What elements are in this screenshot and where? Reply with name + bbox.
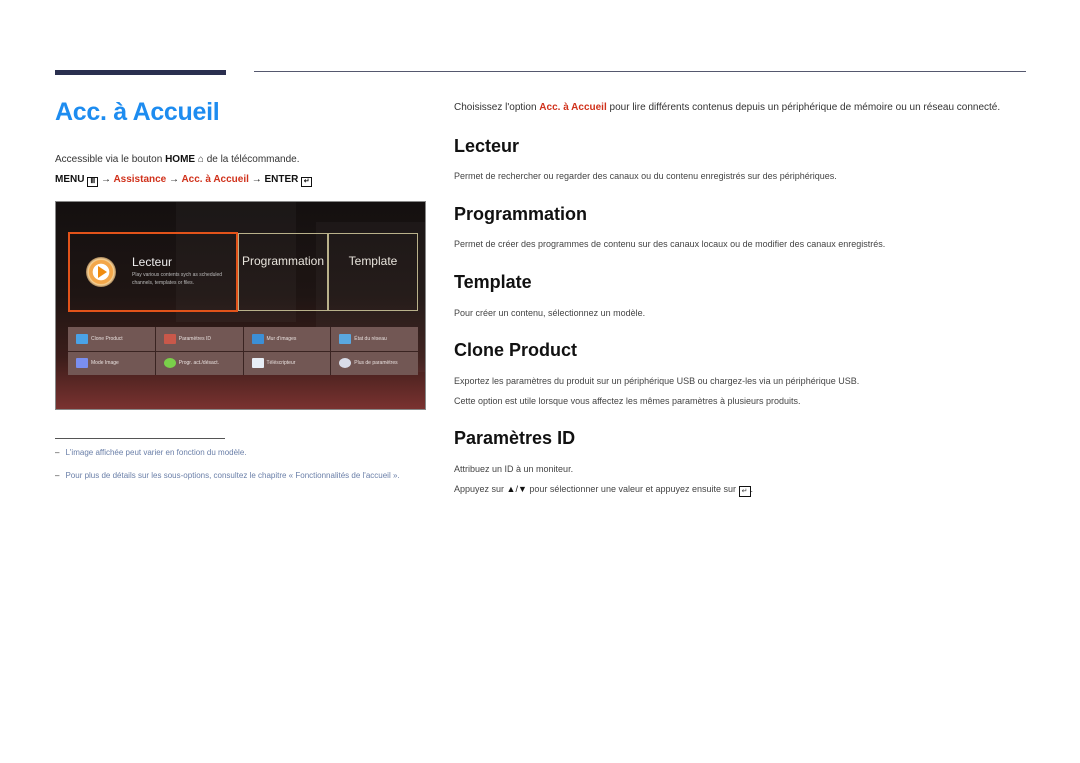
home-icon: ⌂ <box>197 154 204 165</box>
arrow-icon: → <box>101 174 112 185</box>
footnote-text: Pour plus de détails sur les sous-option… <box>65 471 400 480</box>
header-rule-thick <box>55 70 226 75</box>
instruction-prefix: Appuyez sur <box>454 484 505 494</box>
picture-mode-icon <box>76 358 88 369</box>
home-screen-screenshot: Lecteur Play various contents sych as sc… <box>55 201 426 410</box>
grid-item-progr-act[interactable]: Progr. act./désact. <box>155 351 243 375</box>
section-title-programmation: Programmation <box>454 204 588 224</box>
section-text-instruction: Appuyez sur ▲/▼ pour sélectionner une va… <box>454 484 753 497</box>
on-off-timer-icon <box>163 358 176 369</box>
ticker-icon <box>251 358 264 369</box>
grid-item-plus-parametres[interactable]: Plus de paramètres <box>331 351 418 375</box>
settings-grid: Clone Product Paramètres ID Mur d'images… <box>68 327 418 375</box>
footnote: – L'image affichée peut varier en fonctio… <box>55 448 247 457</box>
path-assistance: Assistance <box>113 174 167 185</box>
section-title-clone-product: Clone Product <box>454 340 578 360</box>
id-card-icon <box>163 333 176 344</box>
network-status-icon <box>339 333 352 344</box>
arrow-icon: → <box>169 174 180 185</box>
section-text: Permet de rechercher ou regarder des can… <box>454 171 837 181</box>
menu-label: MENU <box>55 174 85 185</box>
clone-product-icon <box>76 333 88 344</box>
footnote: – Pour plus de détails sur les sous-optio… <box>55 471 400 480</box>
footnote-text: L'image affichée peut varier en fonction… <box>65 448 247 457</box>
tile-programmation[interactable]: Programmation <box>238 233 328 311</box>
header-rule-thin <box>254 71 1026 72</box>
grid-item-label: Mode Image <box>91 360 119 367</box>
access-instruction: Accessible via le bouton HOME ⌂ de la té… <box>55 154 300 165</box>
grid-item-clone-product[interactable]: Clone Product <box>68 327 155 351</box>
enter-icon: ↵ <box>738 486 751 497</box>
grid-item-label: Paramètres ID <box>178 335 211 342</box>
menu-icon: Ⅲ <box>87 177 99 187</box>
section-title-template: Template <box>454 272 532 292</box>
dash: – <box>55 471 60 480</box>
intro-suffix: pour lire différents contenus depuis un … <box>609 102 1001 113</box>
up-down-arrow-icon: ▲/▼ <box>506 484 527 494</box>
tile-lecteur-title: Lecteur <box>132 255 173 269</box>
gear-icon <box>339 358 352 369</box>
access-prefix: Accessible via le bouton <box>55 154 163 165</box>
video-wall-icon <box>251 333 264 344</box>
tile-template[interactable]: Template <box>328 233 418 311</box>
tile-lecteur[interactable]: Lecteur Play various contents sych as sc… <box>68 232 238 312</box>
grid-item-etat-reseau[interactable]: État du réseau <box>331 327 418 351</box>
intro-highlight: Acc. à Accueil <box>539 102 607 113</box>
section-text: Pour créer un contenu, sélectionnez un m… <box>454 308 646 318</box>
instruction-end: . <box>750 484 754 494</box>
tile-lecteur-description: Play various contents sych as scheduled … <box>132 272 223 286</box>
enter-label: ENTER <box>264 174 299 185</box>
page-title: Acc. à Accueil <box>55 98 220 126</box>
instruction-middle: pour sélectionner une valeur et appuyez … <box>529 484 737 494</box>
grid-item-telescripteur[interactable]: Téléscripteur <box>243 351 331 375</box>
dash: – <box>55 448 60 457</box>
section-text: Exportez les paramètres du produit sur u… <box>454 376 860 386</box>
play-icon <box>86 257 116 287</box>
tile-programmation-label: Programmation <box>241 254 325 268</box>
menu-path: MENU Ⅲ → Assistance → Acc. à Accueil → E… <box>55 174 313 187</box>
section-text: Attribuez un ID à un moniteur. <box>454 464 574 474</box>
grid-item-label: Mur d'images <box>266 335 297 342</box>
enter-icon: ↵ <box>301 177 313 187</box>
section-text: Cette option est utile lorsque vous affe… <box>454 396 801 406</box>
grid-item-parametres-id[interactable]: Paramètres ID <box>155 327 243 351</box>
section-title-parametres-id: Paramètres ID <box>454 428 576 448</box>
access-suffix: de la télécommande. <box>206 154 300 165</box>
arrow-icon: → <box>251 174 262 185</box>
grid-item-label: Plus de paramètres <box>354 360 398 367</box>
grid-item-label: État du réseau <box>354 335 387 342</box>
path-acc-accueil: Acc. à Accueil <box>181 174 249 185</box>
section-text: Permet de créer des programmes de conten… <box>454 239 886 249</box>
grid-item-mode-image[interactable]: Mode Image <box>68 351 155 375</box>
home-button-label: HOME <box>165 154 196 165</box>
grid-item-label: Téléscripteur <box>266 360 296 367</box>
intro-prefix: Choisissez l'option <box>454 102 537 113</box>
grid-item-label: Progr. act./désact. <box>178 360 220 367</box>
section-title-lecteur: Lecteur <box>454 136 520 156</box>
tile-template-label: Template <box>348 254 398 268</box>
intro-paragraph: Choisissez l'option Acc. à Accueil pour … <box>454 102 1000 113</box>
grid-item-label: Clone Product <box>91 335 123 342</box>
grid-item-mur-images[interactable]: Mur d'images <box>243 327 331 351</box>
footnote-rule <box>55 438 225 439</box>
